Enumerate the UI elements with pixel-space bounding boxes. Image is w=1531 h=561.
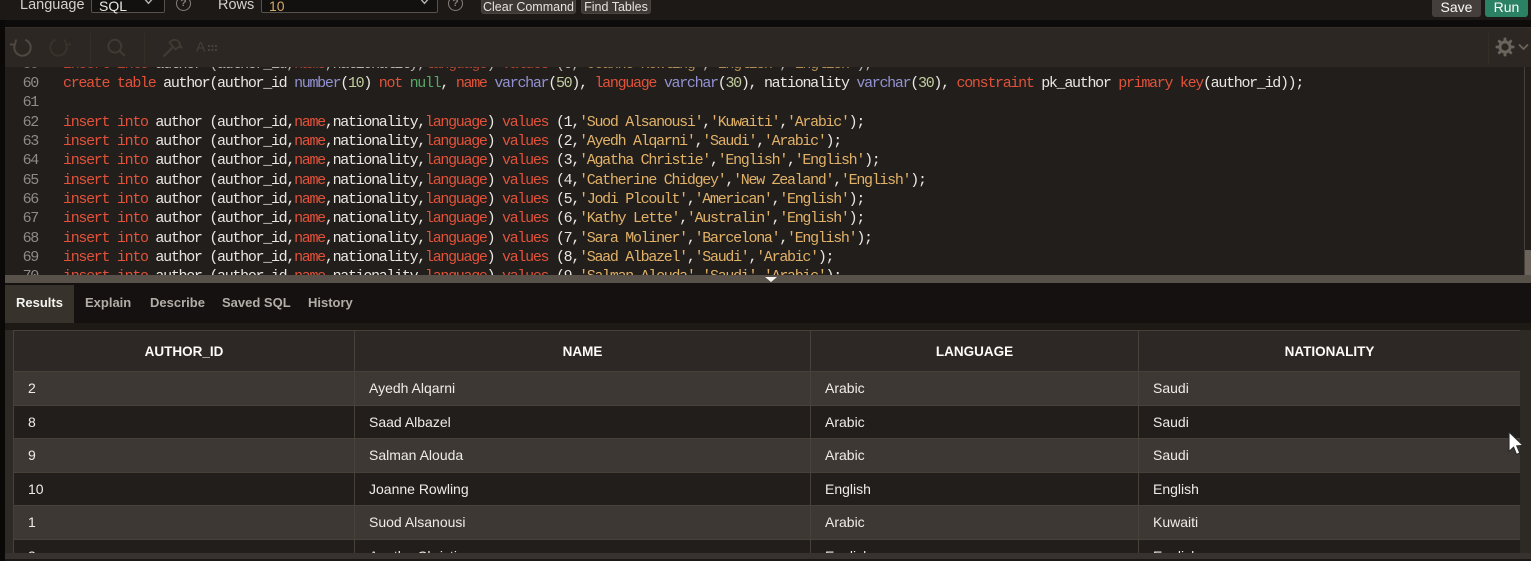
svg-text:A: A xyxy=(196,39,206,55)
